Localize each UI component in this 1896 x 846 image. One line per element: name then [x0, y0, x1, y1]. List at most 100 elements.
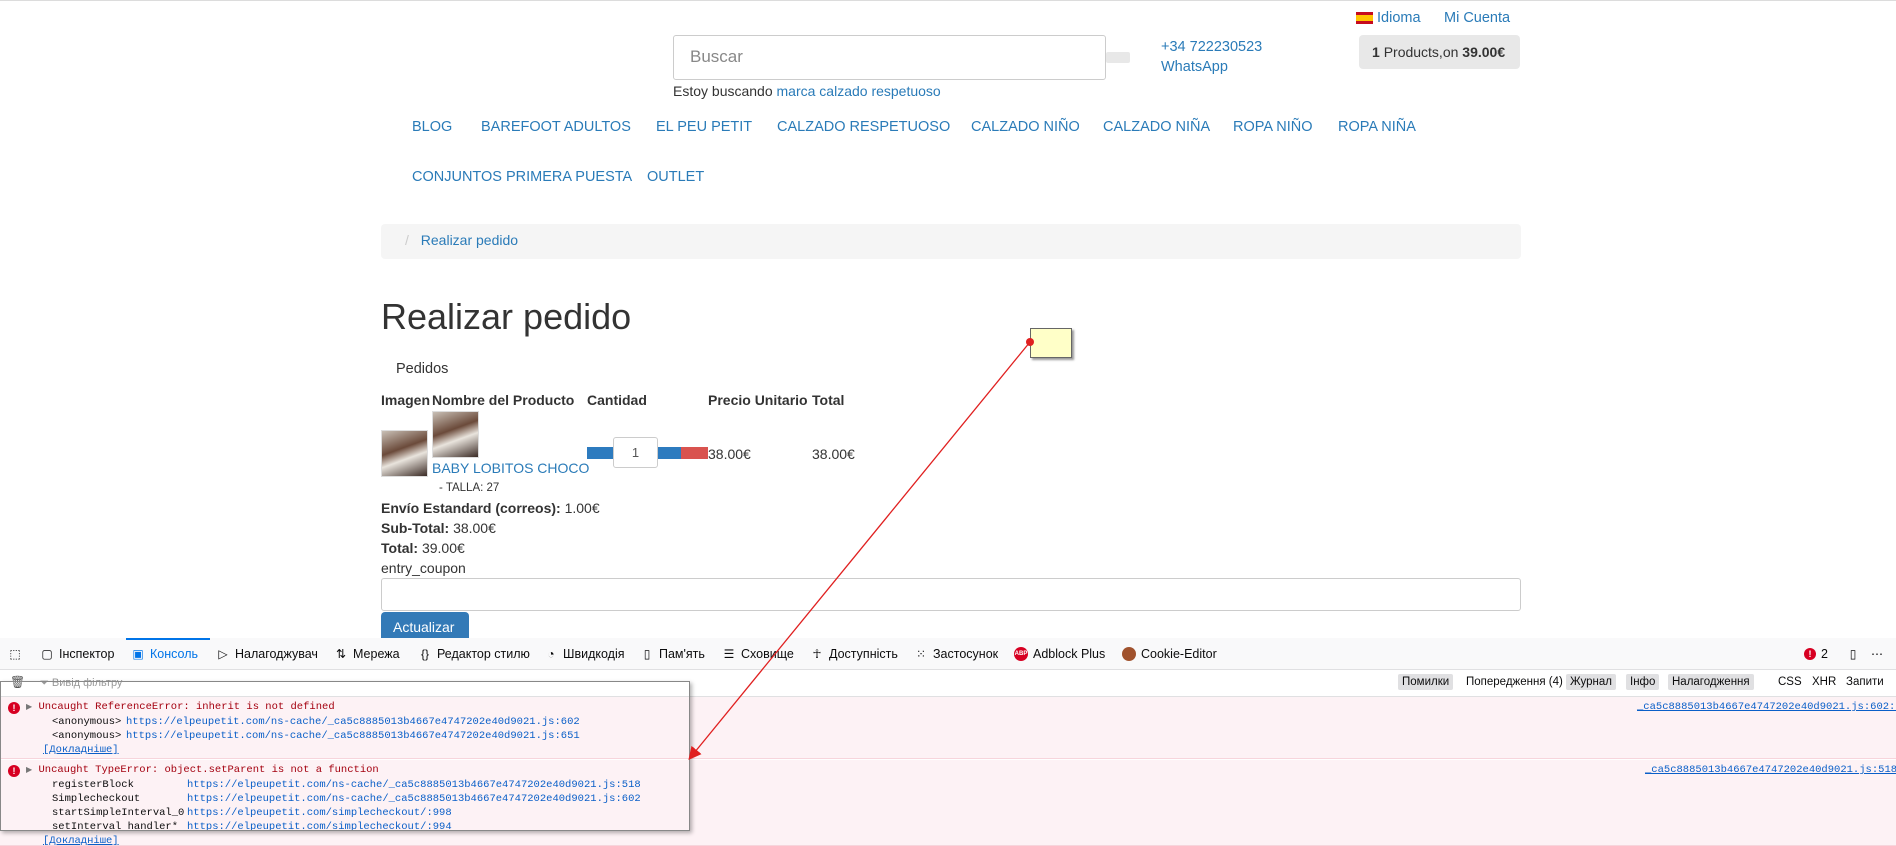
filter-xhr[interactable]: XHR [1808, 674, 1840, 690]
error-counter[interactable]: ! 2 [1804, 647, 1828, 661]
stack-function: <anonymous> [52, 730, 122, 742]
shipping-value: 1.00€ [564, 500, 600, 516]
product-image[interactable] [381, 430, 428, 477]
menu-item-el-peu-petit[interactable]: EL PEU PETIT [656, 119, 752, 135]
console-icon: ▣ [132, 647, 144, 661]
tab-application[interactable]: ⁙ Застосунок [914, 647, 998, 661]
tab-debugger[interactable]: ▷ Налагоджувач [216, 647, 318, 661]
learn-more-link[interactable]: [Докладніше] [43, 744, 119, 756]
error-message-text: Uncaught ReferenceError: inherit is not … [38, 701, 335, 713]
subtotal: Sub-Total: 38.00€ [381, 520, 496, 536]
breadcrumb-separator: / [405, 232, 409, 248]
filter-placeholder: Вивід фільтру [51, 677, 123, 689]
filter-debug[interactable]: Налагодження [1668, 674, 1754, 690]
whatsapp-link[interactable]: WhatsApp [1161, 57, 1262, 77]
menu-item-ropa-nina[interactable]: ROPA NIÑA [1338, 119, 1416, 135]
tab-storage[interactable]: ☰ Сховище [722, 647, 794, 661]
grand-total-label: Total: [381, 540, 419, 556]
unit-price: 38.00€ [708, 446, 751, 462]
stack-url-link[interactable]: https://elpeupetit.com/ns-cache/_ca5c888… [126, 730, 580, 742]
menu-item-outlet[interactable]: OUTLET [647, 169, 704, 185]
error-count: 2 [1821, 647, 1828, 661]
tab-pedidos[interactable]: Pedidos [396, 361, 448, 377]
menu-item-barefoot-adultos[interactable]: BAREFOOT ADULTOS [481, 119, 631, 135]
update-button[interactable]: Actualizar [381, 612, 469, 639]
menu-item-blog[interactable]: BLOG [412, 119, 452, 135]
error-source-link[interactable]: _ca5c8885013b4667e4747202e40d9021.js:602… [1637, 701, 1896, 713]
column-header-cantidad: Cantidad [587, 392, 647, 408]
search-hint-prefix: Estoy buscando [673, 83, 773, 99]
product-thumbnail[interactable] [432, 411, 479, 458]
tab-inspector[interactable]: ▢ Інспектор [40, 647, 114, 661]
search-input[interactable]: Buscar [673, 35, 1106, 80]
coupon-input[interactable] [381, 578, 1521, 611]
funnel-icon: ⏷ [40, 677, 49, 689]
tab-accessibility-label: Доступність [829, 647, 898, 661]
language-selector[interactable]: Idioma [1356, 10, 1421, 26]
filter-css[interactable]: CSS [1774, 674, 1806, 690]
inspector-icon: ▢ [41, 647, 53, 661]
tab-cookie-editor[interactable]: Cookie-Editor [1122, 647, 1217, 661]
tab-application-label: Застосунок [933, 647, 999, 661]
tab-accessibility[interactable]: ☥ Доступність [810, 647, 898, 661]
subtotal-value: 38.00€ [453, 520, 496, 536]
storage-icon: ☰ [723, 647, 735, 661]
breadcrumb-current[interactable]: Realizar pedido [421, 232, 518, 248]
tab-performance-label: Швидкодія [563, 647, 625, 661]
element-picker-icon[interactable]: ⬚ [8, 647, 22, 661]
account-link[interactable]: Mi Cuenta [1444, 10, 1510, 26]
error-source-link[interactable]: _ca5c8885013b4667e4747202e40d9021.js:518… [1645, 764, 1896, 776]
row-total: 38.00€ [812, 446, 855, 462]
stack-url-link[interactable]: https://elpeupetit.com/simplecheckout/:9… [187, 821, 452, 833]
menu-item-calzado-nino[interactable]: CALZADO NIÑO [971, 119, 1080, 135]
learn-more-link[interactable]: [Докладніше] [43, 835, 119, 846]
error-message[interactable]: ▶ Uncaught ReferenceError: inherit is no… [26, 701, 335, 713]
filter-input[interactable]: ⏷ Вивід фільтру [40, 677, 122, 690]
more-options-icon[interactable]: ⋯ [1870, 647, 1884, 661]
filter-warnings[interactable]: Попередження (4) [1462, 674, 1567, 690]
coupon-label: entry_coupon [381, 560, 466, 576]
stack-url-link[interactable]: https://elpeupetit.com/ns-cache/_ca5c888… [187, 793, 641, 805]
tab-memory[interactable]: ▯ Пам'ять [640, 647, 705, 661]
menu-item-ropa-nino[interactable]: ROPA NIÑO [1233, 119, 1313, 135]
cart-total: 39.00€ [1462, 44, 1506, 60]
tab-style-editor[interactable]: {} Редактор стилю [418, 647, 530, 661]
cart-button[interactable]: 1 Products,on 39.00€ [1359, 35, 1520, 69]
tab-debugger-label: Налагоджувач [235, 647, 318, 661]
tab-performance[interactable]: ◔ Швидкодія [544, 647, 625, 661]
grand-total-value: 39.00€ [421, 540, 465, 556]
trash-icon[interactable]: 🗑 [10, 675, 25, 689]
breadcrumb: / Realizar pedido [381, 224, 1521, 259]
product-name-link[interactable]: BABY LOBITOS CHOCO [432, 460, 589, 476]
expand-triangle-icon[interactable]: ▶ [26, 703, 32, 712]
tab-console[interactable]: ▣ Консоль [131, 647, 198, 661]
phone-link[interactable]: +34 722230523 [1161, 37, 1262, 57]
performance-icon: ◔ [547, 647, 555, 661]
stack-url-link[interactable]: https://elpeupetit.com/ns-cache/_ca5c888… [187, 779, 641, 791]
search-hint-link[interactable]: marca calzado respetuoso [777, 83, 941, 99]
filter-errors[interactable]: Помилки [1398, 674, 1454, 690]
stack-url-link[interactable]: https://elpeupetit.com/simplecheckout/:9… [187, 807, 452, 819]
column-header-imagen: Imagen [381, 392, 431, 408]
page-title: Realizar pedido [381, 296, 632, 337]
cart-count: 1 [1372, 44, 1380, 60]
spain-flag-icon [1356, 12, 1373, 24]
style-editor-icon: {} [420, 647, 429, 661]
menu-item-calzado-nina[interactable]: CALZADO NIÑA [1103, 119, 1210, 135]
search-button[interactable] [1106, 52, 1130, 63]
stack-url-link[interactable]: https://elpeupetit.com/ns-cache/_ca5c888… [126, 716, 580, 728]
filter-info[interactable]: Інфо [1626, 674, 1660, 690]
tab-adblock-plus[interactable]: ABP Adblock Plus [1014, 647, 1105, 661]
remove-button[interactable] [681, 447, 708, 459]
error-message[interactable]: ▶ Uncaught TypeError: object.setParent i… [26, 764, 379, 776]
responsive-mode-icon[interactable]: ▯ [1846, 647, 1860, 661]
menu-item-conjuntos-primera-puesta[interactable]: CONJUNTOS PRIMERA PUESTA [412, 169, 632, 185]
filter-requests[interactable]: Запити [1842, 674, 1888, 690]
quantity-input[interactable]: 1 [613, 437, 658, 468]
expand-triangle-icon[interactable]: ▶ [26, 766, 32, 775]
menu-item-calzado-respetuoso[interactable]: CALZADO RESPETUOSO [777, 119, 950, 135]
cookie-icon [1122, 647, 1136, 661]
contact-info: +34 722230523 WhatsApp [1161, 37, 1262, 77]
filter-log[interactable]: Журнал [1566, 674, 1616, 690]
tab-network[interactable]: ⇅ Мережа [334, 647, 400, 661]
